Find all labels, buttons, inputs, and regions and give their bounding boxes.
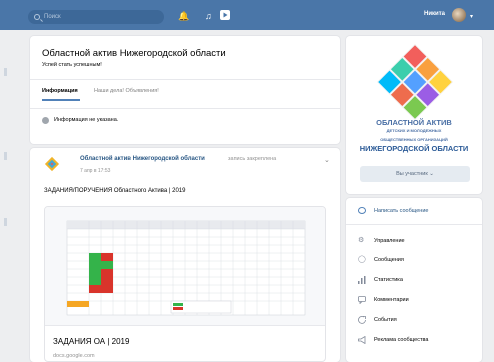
left-nav-tick (4, 152, 7, 160)
menu-item-label: Реклама сообщества (374, 337, 429, 343)
group-cover-card: ОБЛАСТНОЙ АКТИВ ДЕТСКИХ И МОЛОДЕЖНЫХ ОБЩ… (346, 36, 482, 194)
write-message-label: Написать сообщение (374, 208, 429, 214)
divider (45, 325, 325, 326)
chevron-down-icon[interactable]: ▾ (470, 13, 473, 20)
avatar[interactable] (452, 8, 466, 22)
member-status-button[interactable]: Вы участник ⌄ (360, 166, 470, 182)
comment-icon (358, 296, 366, 305)
megaphone-icon (358, 335, 366, 345)
divider (346, 224, 482, 225)
info-text: Информация не указана. (54, 117, 119, 123)
chat-icon (358, 207, 366, 214)
menu-item-label: Сообщения (374, 257, 404, 263)
attachment-title[interactable]: ЗАДАНИЯ ОА | 2019 (53, 337, 129, 346)
info-icon (42, 117, 49, 124)
left-nav-tick (4, 218, 7, 226)
menu-item-label: Комментарии (374, 297, 409, 303)
chat-icon: ◯ (358, 256, 366, 263)
music-icon[interactable]: ♫ (205, 11, 212, 21)
search-icon (34, 14, 40, 20)
tab-info[interactable]: Информация (42, 88, 78, 94)
menu-item-label: События (374, 317, 397, 323)
divider (30, 79, 340, 80)
bell-icon[interactable]: 🔔 (178, 11, 189, 21)
search-placeholder: Поиск (44, 14, 61, 20)
group-status: Успей стать успешным! (42, 62, 102, 68)
top-bar: Поиск 🔔 ♫ Никита ▾ (0, 0, 494, 30)
post-pinned-label: запись закреплена (228, 156, 277, 162)
user-name[interactable]: Никита (424, 11, 445, 17)
event-icon (358, 316, 366, 324)
attachment-link[interactable]: ЗАДАНИЯ ОА | 2019 docs.google.com (44, 206, 326, 362)
logo-text-line3: ОБЩЕСТВЕННЫХ ОРГАНИЗАЦИЙ (380, 137, 448, 142)
tab-active-indicator (42, 99, 80, 101)
search-input[interactable]: Поиск (28, 10, 164, 24)
menu-item-label: Управление (374, 238, 405, 244)
spreadsheet-preview-image (66, 220, 306, 316)
post-author-avatar[interactable] (44, 156, 60, 172)
group-title: Областной актив Нижегородской области (42, 48, 226, 59)
chevron-down-icon: ⌄ (429, 171, 434, 177)
left-nav-tick (4, 68, 7, 76)
post-text: ЗАДАНИЯ/ПОРУЧЕНИЯ Областного Актива | 20… (44, 188, 186, 194)
logo-text-line1: ОБЛАСТНОЙ АКТИВ (376, 118, 452, 127)
logo-text-line2: ДЕТСКИХ И МОЛОДЕЖНЫХ (386, 128, 442, 133)
logo-text-line4: НИЖЕГОРОДСКОЙ ОБЛАСТИ (359, 144, 469, 153)
chevron-down-icon[interactable]: ⌄ (324, 156, 330, 164)
menu-item-label: Статистика (374, 277, 403, 283)
post-date[interactable]: 7 апр в 17:53 (80, 168, 110, 174)
chart-icon (358, 276, 366, 284)
group-header-card: Областной актив Нижегородской области Ус… (30, 36, 340, 144)
spreadsheet-preview (45, 207, 325, 325)
divider (30, 108, 340, 109)
group-actions-card: Написать сообщение ⚙ Управление ◯ Сообще… (346, 198, 482, 362)
post-author[interactable]: Областной актив Нижегородской области (80, 156, 205, 162)
tab-news[interactable]: Наши дела! Объявления! (94, 88, 159, 94)
attachment-url: docs.google.com (53, 353, 95, 359)
member-status-label: Вы участник (396, 171, 428, 177)
pinned-post-card: Областной актив Нижегородской области за… (30, 148, 340, 362)
play-icon[interactable] (220, 10, 230, 20)
gear-icon: ⚙ (358, 237, 365, 244)
cube-logo-image (373, 44, 457, 120)
